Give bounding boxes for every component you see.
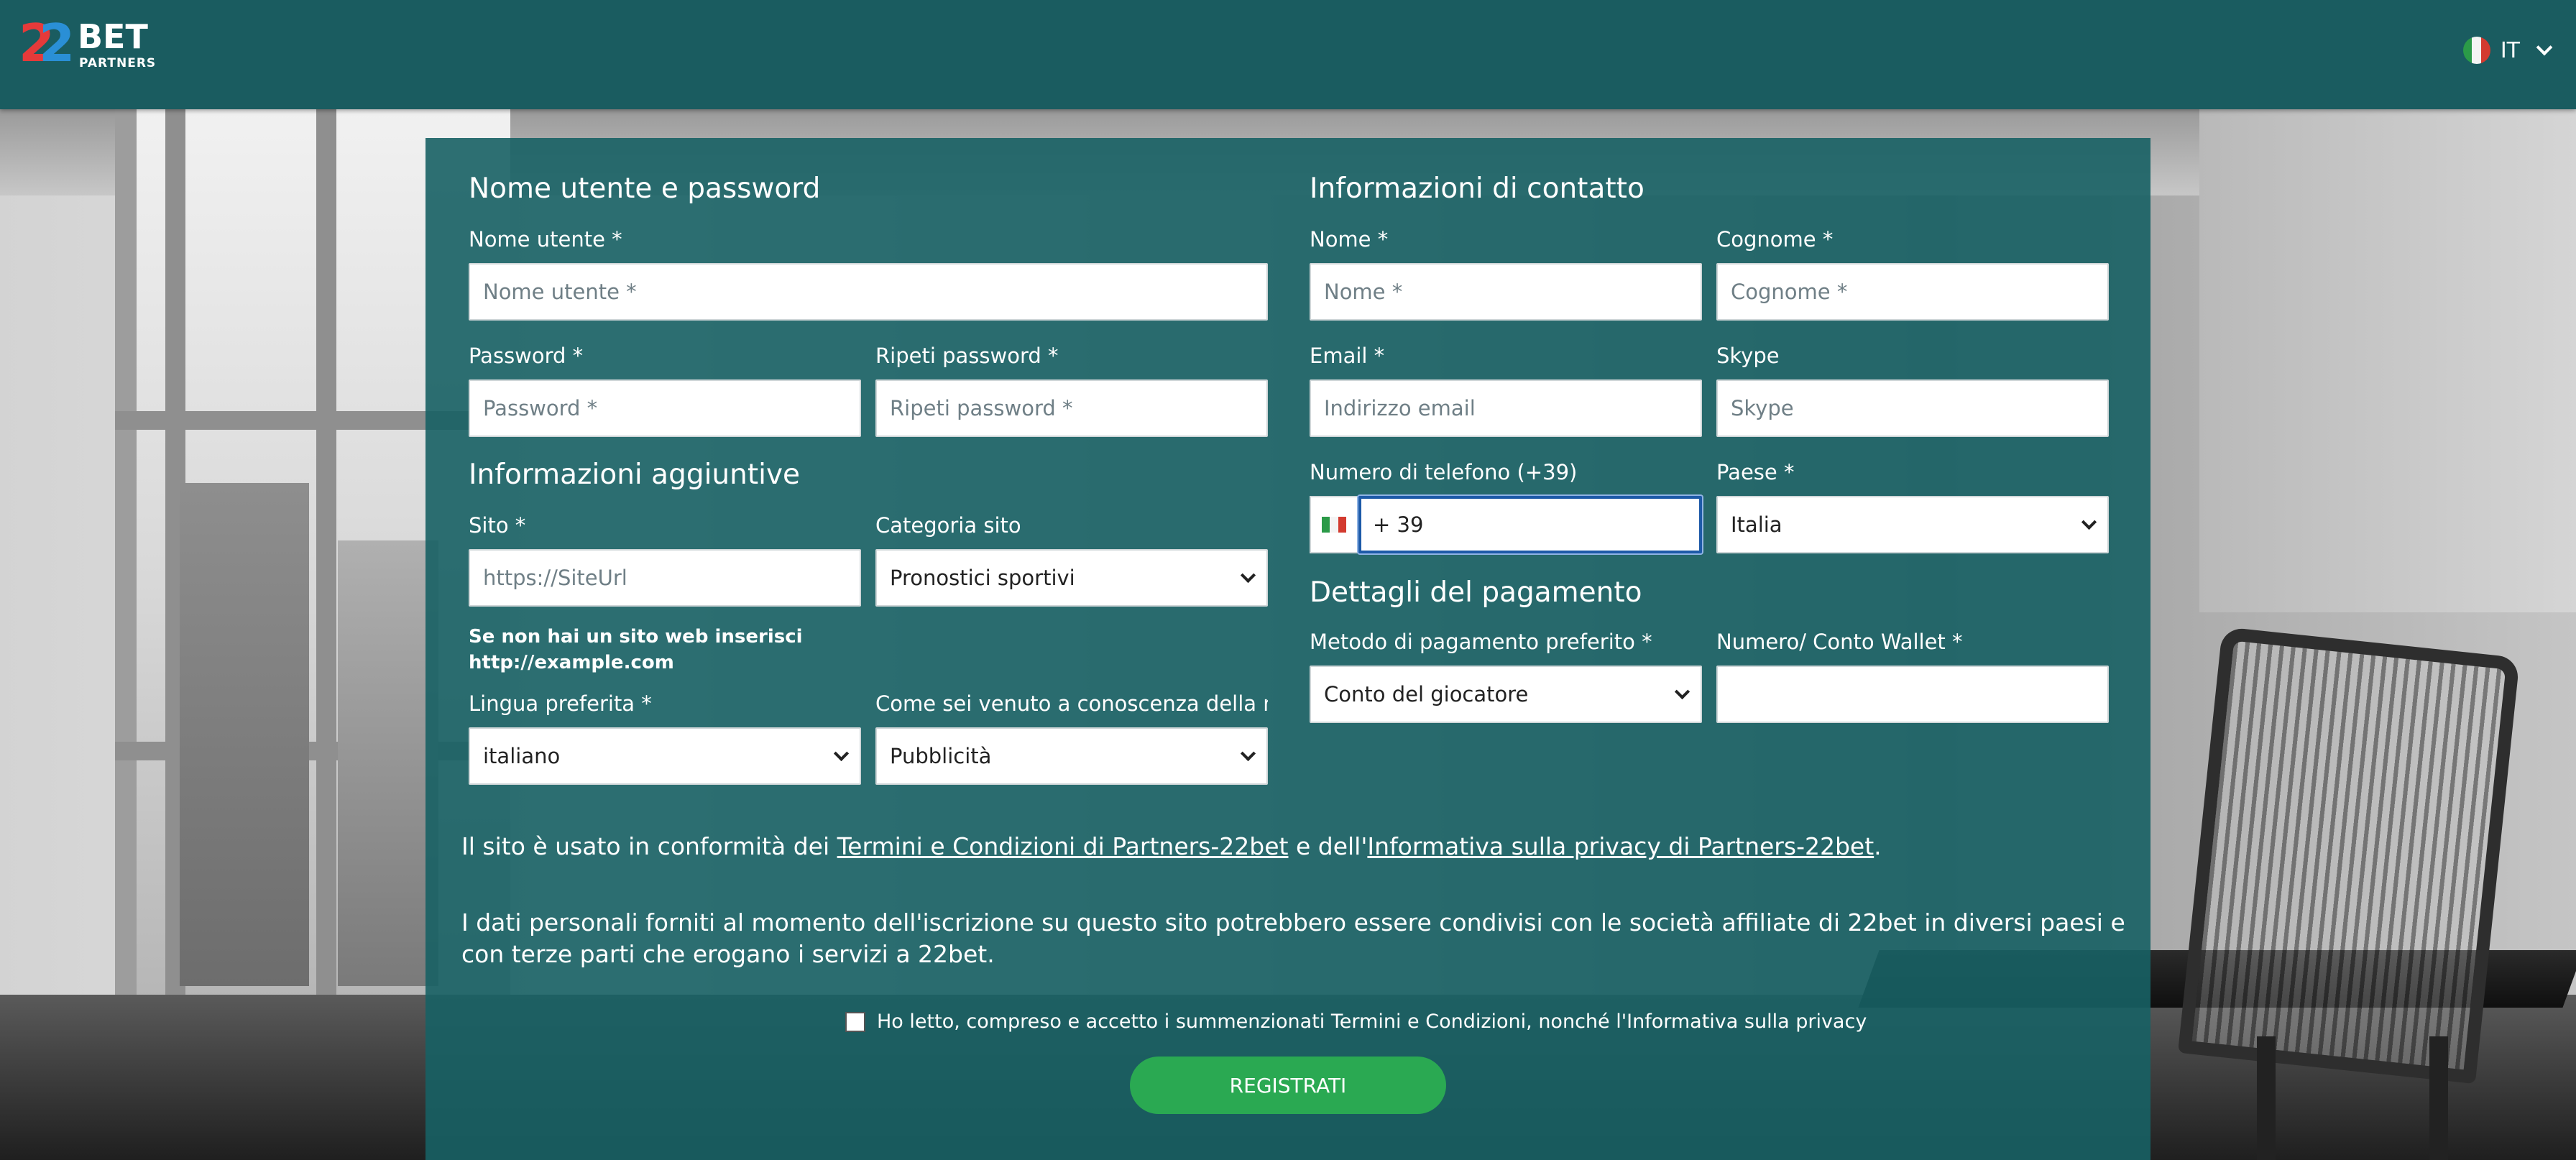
preferred-language-value: italiano: [483, 744, 561, 768]
chevron-down-icon: [1674, 683, 1690, 699]
consent-checkbox[interactable]: [845, 1011, 865, 1032]
skype-input[interactable]: [1716, 379, 2109, 437]
site-label: Sito *: [469, 513, 526, 538]
payment-method-select[interactable]: Conto del giocatore: [1310, 666, 1702, 723]
username-label: Nome utente *: [469, 227, 622, 252]
referral-value: Pubblicità: [890, 744, 992, 768]
logo-brand-text: BET: [78, 17, 148, 56]
section-title-contact: Informazioni di contatto: [1310, 172, 1644, 205]
register-button[interactable]: REGISTRATI: [1130, 1057, 1446, 1114]
terms-paragraph: Il sito è usato in conformità dei Termin…: [461, 831, 2129, 862]
registration-form: Nome utente e password Nome utente * Pas…: [426, 138, 2150, 1160]
terms-link[interactable]: Termini e Condizioni di Partners-22bet: [837, 832, 1289, 860]
chevron-down-icon: [2536, 39, 2553, 56]
password-input[interactable]: [469, 379, 861, 437]
wallet-input[interactable]: [1716, 666, 2109, 723]
data-sharing-paragraph: I dati personali forniti al momento dell…: [461, 908, 2125, 968]
preferred-language-label: Lingua preferita *: [469, 691, 652, 716]
phone-label: Numero di telefono (+39): [1310, 460, 1578, 484]
chevron-down-icon: [833, 745, 850, 761]
phone-value: + 39: [1373, 512, 1424, 537]
italy-flag-icon: [2462, 37, 2490, 64]
last-name-input[interactable]: [1716, 263, 2109, 321]
section-title-login: Nome utente e password: [469, 172, 821, 205]
terms-text-prefix: Il sito è usato in conformità dei: [461, 832, 837, 860]
payment-method-label: Metodo di pagamento preferito *: [1310, 630, 1652, 654]
site-category-label: Categoria sito: [875, 513, 1021, 538]
brand-logo[interactable]: 22 BET PARTNERS: [19, 17, 162, 73]
country-value: Italia: [1731, 512, 1782, 537]
country-label: Paese *: [1716, 460, 1795, 484]
section-title-payment: Dettagli del pagamento: [1310, 576, 1642, 609]
preferred-language-select[interactable]: italiano: [469, 727, 861, 785]
language-selector[interactable]: IT: [2462, 34, 2553, 66]
site-hint: Se non hai un sito web inserisci http://…: [469, 624, 803, 676]
chevron-down-icon: [1240, 745, 1256, 761]
username-input[interactable]: [469, 263, 1268, 321]
first-name-input[interactable]: [1310, 263, 1702, 321]
first-name-label: Nome *: [1310, 227, 1389, 252]
consent-row: Ho letto, compreso e accetto i summenzio…: [845, 1011, 1867, 1033]
chevron-down-icon: [2081, 514, 2097, 530]
site-hint-line2: http://example.com: [469, 652, 674, 673]
repeat-password-label: Ripeti password *: [875, 344, 1059, 368]
italy-flag-icon: [1322, 517, 1346, 533]
section-title-additional: Informazioni aggiuntive: [469, 459, 801, 491]
referral-label: Come sei venuto a conoscenza della nostr…: [875, 691, 1268, 716]
terms-text-suffix: .: [1874, 832, 1882, 860]
site-category-select[interactable]: Pronostici sportivi: [875, 549, 1268, 607]
logo-digit-blue: 2: [39, 13, 75, 73]
skype-label: Skype: [1716, 344, 1780, 368]
terms-text-middle: e dell': [1288, 832, 1368, 860]
email-label: Email *: [1310, 344, 1385, 368]
email-input[interactable]: [1310, 379, 1702, 437]
logo-digit-red: 2: [19, 13, 55, 73]
language-code: IT: [2500, 37, 2520, 63]
logo-sub-text: PARTNERS: [79, 56, 157, 70]
password-label: Password *: [469, 344, 584, 368]
wallet-label: Numero/ Conto Wallet *: [1716, 630, 1963, 654]
phone-input[interactable]: + 39: [1358, 496, 1702, 553]
country-select[interactable]: Italia: [1716, 496, 2109, 553]
last-name-label: Cognome *: [1716, 227, 1834, 252]
chevron-down-icon: [1240, 567, 1256, 583]
payment-method-value: Conto del giocatore: [1324, 682, 1529, 706]
site-url-input[interactable]: [469, 549, 861, 607]
privacy-link[interactable]: Informativa sulla privacy di Partners-22…: [1367, 832, 1874, 860]
site-hint-line1: Se non hai un sito web inserisci: [469, 626, 803, 648]
phone-country-flag[interactable]: [1310, 496, 1358, 553]
referral-select[interactable]: Pubblicità: [875, 727, 1268, 785]
consent-label: Ho letto, compreso e accetto i summenzio…: [877, 1011, 1867, 1033]
site-category-value: Pronostici sportivi: [890, 566, 1075, 590]
top-header: 22 BET PARTNERS IT: [0, 0, 2576, 109]
repeat-password-input[interactable]: [875, 379, 1268, 437]
